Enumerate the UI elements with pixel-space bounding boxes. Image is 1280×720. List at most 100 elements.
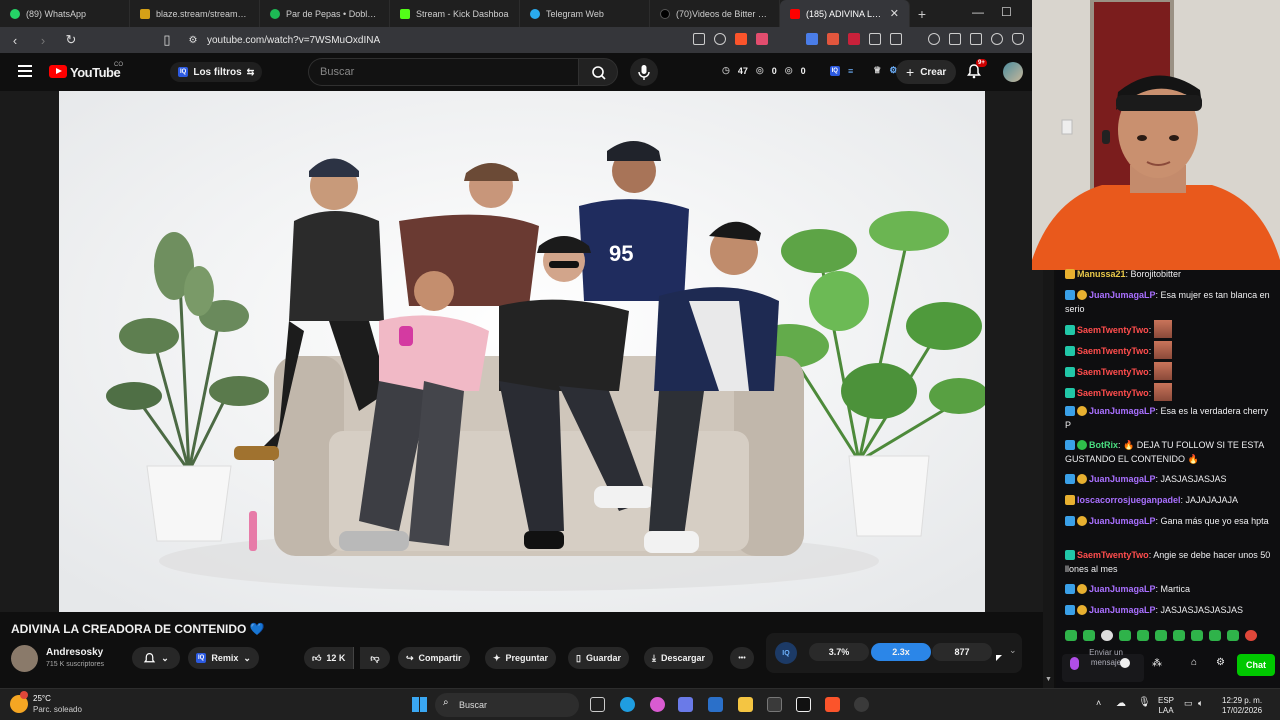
- music-icon[interactable]: [928, 33, 940, 45]
- brave-rewards-icon[interactable]: [756, 33, 768, 45]
- windows-start-icon[interactable]: [412, 697, 427, 712]
- leo-icon[interactable]: [991, 33, 1003, 45]
- create-button[interactable]: + Crear: [896, 60, 957, 84]
- save-button[interactable]: ▯ Guardar: [568, 647, 629, 669]
- youtube-logo-text[interactable]: YouTube: [70, 65, 121, 80]
- screen-icon[interactable]: [693, 33, 705, 45]
- obs-icon[interactable]: [854, 697, 869, 712]
- emote-icon[interactable]: [1155, 630, 1167, 641]
- emote-icon[interactable]: [1101, 630, 1113, 641]
- network-icon[interactable]: ▭: [1184, 698, 1193, 709]
- site-settings-icon[interactable]: ⚙: [186, 35, 200, 46]
- clock[interactable]: 12:29 p. m. 17/02/2026: [1222, 696, 1262, 716]
- close-tab-icon[interactable]: ✕: [890, 7, 899, 20]
- terminal-icon[interactable]: [767, 697, 782, 712]
- extension-m-icon[interactable]: [848, 33, 860, 45]
- task-view-icon[interactable]: [590, 697, 605, 712]
- photos-icon[interactable]: [678, 697, 693, 712]
- tab-tiktok[interactable]: (70)Videos de Bitter 123 (@: [650, 0, 780, 27]
- download-button[interactable]: ⤓ Descargar: [644, 647, 714, 669]
- emote-icon[interactable]: [1065, 630, 1077, 641]
- list-icon[interactable]: ≡: [848, 66, 853, 76]
- volume-icon[interactable]: 🔈︎: [1198, 698, 1203, 709]
- copilot-icon[interactable]: [650, 697, 665, 712]
- emote-icon[interactable]: [1119, 630, 1131, 641]
- wallet-icon[interactable]: [970, 33, 982, 45]
- language-indicator[interactable]: ESP LAA: [1158, 696, 1174, 716]
- emote-icon[interactable]: [1083, 630, 1095, 641]
- reload-icon[interactable]: ↻: [64, 32, 78, 48]
- emote-icon[interactable]: [1173, 630, 1185, 641]
- chat-settings-icon[interactable]: ⚙: [1216, 657, 1225, 668]
- forward-icon[interactable]: ›: [36, 33, 50, 48]
- new-tab-button[interactable]: +: [910, 6, 934, 22]
- iq-icon[interactable]: IQ: [829, 65, 840, 76]
- account-avatar[interactable]: [1003, 62, 1023, 82]
- share-icon[interactable]: [714, 33, 726, 45]
- onedrive-icon[interactable]: ☁: [1116, 698, 1126, 709]
- puzzle-icon[interactable]: [869, 33, 881, 45]
- channel-name[interactable]: Andresosky: [46, 647, 103, 658]
- search-input[interactable]: Buscar: [308, 58, 578, 86]
- tab-kick[interactable]: Stream - Kick Dashboa: [390, 0, 520, 27]
- stat-speed[interactable]: 2.3x: [871, 643, 931, 661]
- taskbar-search[interactable]: Buscar: [435, 693, 579, 717]
- subscription-bell-button[interactable]: ⌄: [132, 647, 180, 669]
- file-explorer-icon[interactable]: [738, 697, 753, 712]
- emote-icon[interactable]: [1209, 630, 1221, 641]
- temperature[interactable]: 25°C: [33, 694, 51, 703]
- trophy-icon[interactable]: ♕: [873, 65, 881, 76]
- bell-icon: [144, 652, 156, 662]
- chat-send-button[interactable]: Chat: [1237, 654, 1275, 676]
- community-icon[interactable]: ⁂: [1152, 658, 1162, 669]
- edge-icon[interactable]: [620, 697, 635, 712]
- store-icon[interactable]: [708, 697, 723, 712]
- video-player[interactable]: 95: [0, 91, 1043, 612]
- back-icon[interactable]: ‹: [8, 33, 22, 48]
- dislike-button[interactable]: 👎︎: [360, 647, 390, 669]
- remix-button[interactable]: IQ Remix ⌄: [188, 647, 259, 669]
- brave-shield-icon[interactable]: [735, 33, 747, 45]
- maximize-icon[interactable]: ☐: [1001, 5, 1012, 19]
- vpn-icon[interactable]: [1012, 33, 1024, 45]
- tab-spotify[interactable]: Par de Pepas • Doble P: [260, 0, 390, 27]
- mic-tray-icon[interactable]: 🎙︎: [1138, 697, 1151, 708]
- ask-button[interactable]: ✦ Preguntar: [485, 647, 557, 669]
- menu-icon[interactable]: [18, 65, 32, 77]
- tab-whatsapp[interactable]: (89) WhatsApp: [0, 0, 130, 27]
- weather-description[interactable]: Parc. soleado: [33, 705, 82, 714]
- store-icon[interactable]: ⌂: [1191, 657, 1197, 668]
- youtube-logo-icon[interactable]: [49, 65, 67, 78]
- minimize-icon[interactable]: —: [972, 5, 984, 19]
- capcut-icon[interactable]: [796, 697, 811, 712]
- emote-icon[interactable]: [1227, 630, 1239, 641]
- emoji-picker-icon[interactable]: [1120, 658, 1130, 668]
- emote-icon[interactable]: [1191, 630, 1203, 641]
- chat-mic-icon[interactable]: [1070, 657, 1079, 670]
- capture-icon[interactable]: [890, 33, 902, 45]
- iq-stats-logo[interactable]: IQ: [775, 642, 797, 664]
- emote-icon[interactable]: [1245, 630, 1257, 641]
- like-button[interactable]: 👍︎ 12 K: [304, 647, 355, 669]
- channel-avatar[interactable]: [11, 645, 38, 672]
- share-button[interactable]: ↪ Compartir: [398, 647, 470, 669]
- tab-blaze[interactable]: blaze.stream/stream-setting: [130, 0, 260, 27]
- translate-icon[interactable]: [806, 33, 818, 45]
- url-field[interactable]: youtube.com/watch?v=7WSMuOxdINA: [207, 35, 380, 46]
- tray-chevron-icon[interactable]: ˄: [1096, 698, 1101, 708]
- sub-badge-icon: [1065, 584, 1075, 594]
- sidebar-icon[interactable]: [949, 33, 961, 45]
- tab-telegram[interactable]: Telegram Web: [520, 0, 650, 27]
- extension-red-icon[interactable]: [827, 33, 839, 45]
- voice-search-button[interactable]: [630, 58, 658, 86]
- tab-youtube[interactable]: (185) ADIVINA LA CRE✕: [780, 0, 910, 27]
- filters-button[interactable]: IQ Los filtros ⇆: [170, 62, 263, 82]
- stats-chevron-icon[interactable]: ⌄: [1009, 645, 1017, 656]
- emote-icon[interactable]: [1137, 630, 1149, 641]
- search-button[interactable]: [578, 58, 618, 86]
- bookmark-icon[interactable]: ▯: [160, 32, 174, 48]
- scroll-down-icon[interactable]: ▼: [1045, 676, 1052, 683]
- video-frame[interactable]: 95: [59, 91, 985, 612]
- brave-icon[interactable]: [825, 697, 840, 712]
- more-actions-button[interactable]: •••: [730, 647, 754, 669]
